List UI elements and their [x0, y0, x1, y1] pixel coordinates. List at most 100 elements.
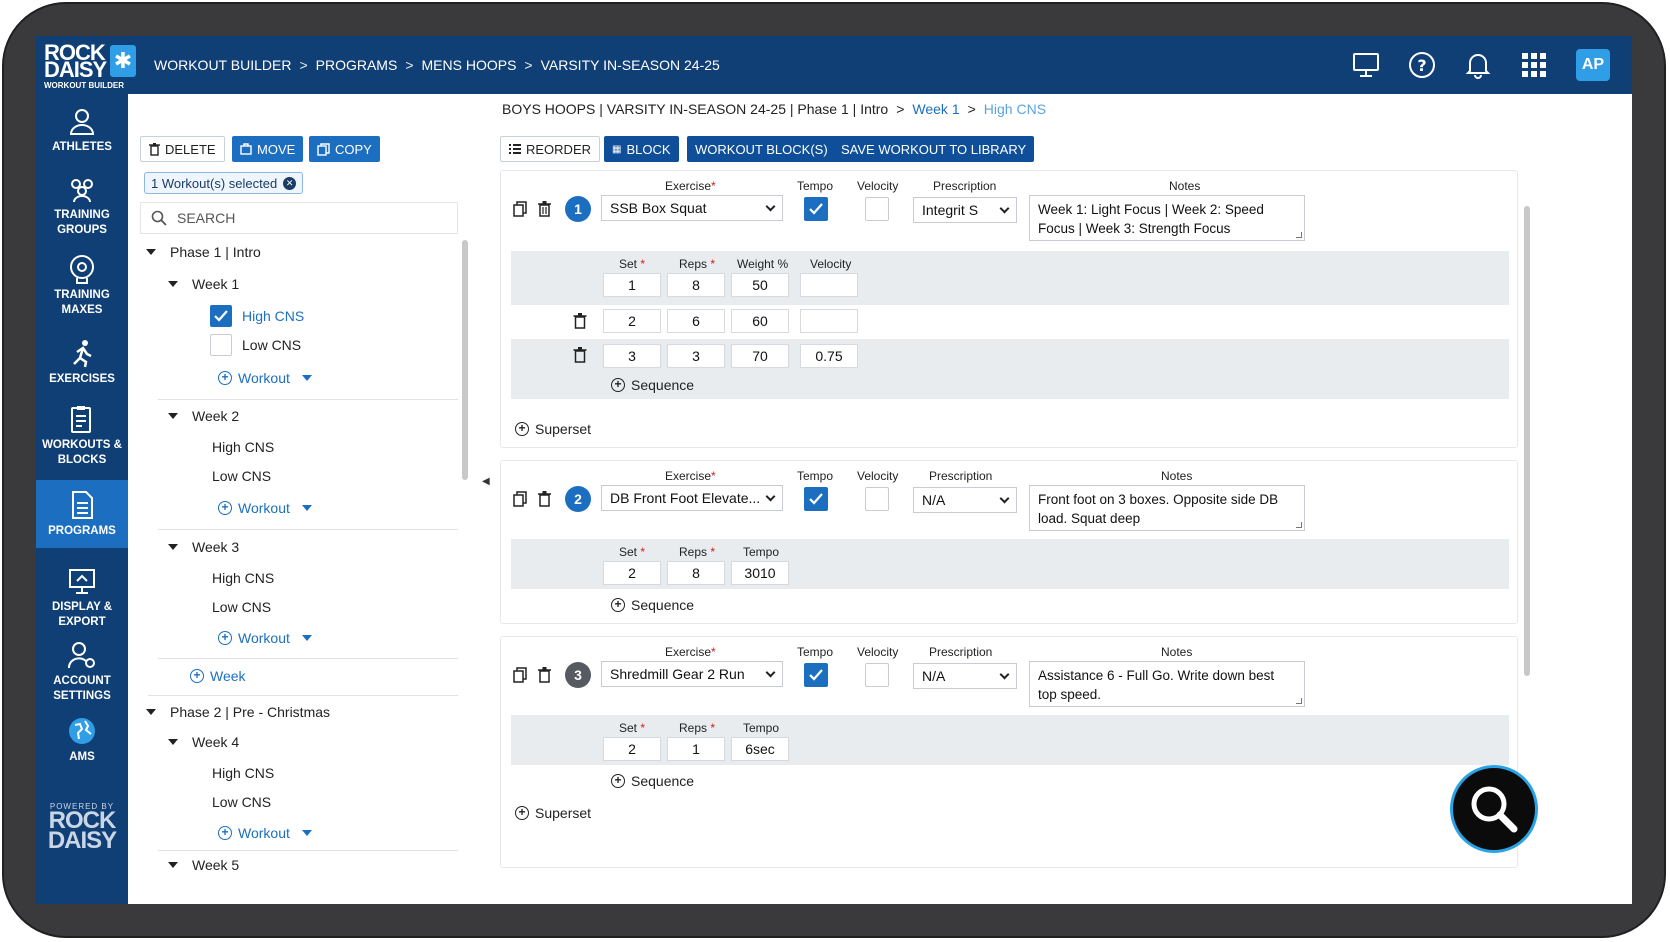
- trash-icon[interactable]: [573, 313, 587, 329]
- tempo-input[interactable]: 6sec: [731, 737, 789, 761]
- set-input[interactable]: 2: [603, 309, 661, 333]
- velocity-input[interactable]: [800, 309, 858, 333]
- nav-ams[interactable]: AMS: [36, 716, 128, 765]
- tree-workout-high-cns-4[interactable]: High CNS: [212, 765, 274, 781]
- reorder-button[interactable]: REORDER: [500, 136, 601, 162]
- resize-handle-icon[interactable]: [1296, 232, 1302, 238]
- caret-down-icon[interactable]: [146, 249, 156, 255]
- tree-week-4[interactable]: Week 4: [168, 734, 239, 750]
- set-input[interactable]: 2: [603, 737, 661, 761]
- add-workout-week-1[interactable]: + Workout: [218, 370, 312, 386]
- add-workout-week-4[interactable]: + Workout: [218, 825, 312, 841]
- prescription-select[interactable]: N/A: [913, 663, 1017, 689]
- bell-icon[interactable]: [1464, 51, 1492, 79]
- tempo-input[interactable]: 3010: [731, 561, 789, 585]
- tree-workout-low-cns-1[interactable]: Low CNS: [210, 334, 301, 356]
- nav-exercises[interactable]: EXERCISES: [36, 338, 128, 387]
- add-sequence-button[interactable]: + Sequence: [611, 773, 694, 789]
- notes-field[interactable]: Front foot on 3 boxes. Opposite side DB …: [1029, 485, 1305, 531]
- tree-week-1[interactable]: Week 1: [168, 276, 239, 292]
- trash-icon[interactable]: [538, 667, 551, 683]
- main-scrollbar[interactable]: [1524, 206, 1530, 676]
- tree-scrollbar[interactable]: [462, 240, 468, 480]
- caret-down-icon[interactable]: [301, 830, 312, 836]
- move-button[interactable]: MOVE: [232, 136, 304, 162]
- help-icon[interactable]: ?: [1408, 51, 1436, 79]
- caret-down-icon[interactable]: [146, 709, 156, 715]
- set-input[interactable]: 3: [603, 344, 661, 368]
- caret-down-icon[interactable]: [168, 544, 178, 550]
- trash-icon[interactable]: [538, 201, 551, 217]
- reps-input[interactable]: 8: [667, 273, 725, 297]
- workout-checkbox[interactable]: [210, 334, 232, 356]
- weight-input[interactable]: 50: [731, 273, 789, 297]
- crumb-week[interactable]: Week 1: [912, 101, 959, 117]
- breadcrumb-programs[interactable]: PROGRAMS: [316, 57, 398, 73]
- tree-week-3[interactable]: Week 3: [168, 539, 239, 555]
- nav-workouts-blocks[interactable]: WORKOUTS & BLOCKS: [36, 404, 128, 468]
- caret-down-icon[interactable]: [168, 413, 178, 419]
- set-input[interactable]: 1: [603, 273, 661, 297]
- tree-workout-high-cns-3[interactable]: High CNS: [212, 570, 274, 586]
- tempo-checkbox[interactable]: [804, 663, 828, 687]
- copy-icon[interactable]: [513, 201, 527, 217]
- nav-training-maxes[interactable]: TRAINING MAXES: [36, 254, 128, 318]
- trash-icon[interactable]: [573, 347, 587, 363]
- monitor-icon[interactable]: [1352, 51, 1380, 79]
- prescription-select[interactable]: N/A: [913, 487, 1017, 513]
- velocity-checkbox[interactable]: [865, 487, 889, 511]
- tree-workout-low-cns-3[interactable]: Low CNS: [212, 599, 271, 615]
- nav-display-export[interactable]: DISPLAY & EXPORT: [36, 566, 128, 630]
- tree-workout-low-cns-4[interactable]: Low CNS: [212, 794, 271, 810]
- save-to-library-button[interactable]: SAVE WORKOUT TO LIBRARY: [833, 136, 1035, 162]
- zoom-search-button[interactable]: [1450, 765, 1538, 853]
- collapse-panel-icon[interactable]: ◀: [482, 476, 490, 487]
- nav-athletes[interactable]: ATHLETES: [36, 106, 128, 155]
- add-workout-week-3[interactable]: + Workout: [218, 630, 312, 646]
- exercise-select[interactable]: Shredmill Gear 2 Run: [601, 661, 783, 687]
- crumb-program-path[interactable]: BOYS HOOPS | VARSITY IN-SEASON 24-25 | P…: [502, 101, 888, 117]
- block-button[interactable]: ▦ BLOCK: [604, 136, 679, 162]
- velocity-checkbox[interactable]: [865, 197, 889, 221]
- nav-programs[interactable]: PROGRAMS: [36, 480, 128, 548]
- trash-icon[interactable]: [538, 491, 551, 507]
- crumb-workout[interactable]: High CNS: [984, 101, 1046, 117]
- reps-input[interactable]: 6: [667, 309, 725, 333]
- delete-button[interactable]: DELETE: [140, 136, 225, 162]
- add-sequence-button[interactable]: + Sequence: [611, 597, 694, 613]
- workout-checkbox[interactable]: [210, 305, 232, 327]
- caret-down-icon[interactable]: [168, 862, 178, 868]
- copy-icon[interactable]: [513, 667, 527, 683]
- caret-down-icon[interactable]: [301, 505, 312, 511]
- tree-week-5[interactable]: Week 5: [168, 857, 239, 873]
- nav-training-groups[interactable]: TRAINING GROUPS: [36, 174, 128, 238]
- velocity-input[interactable]: 0.75: [800, 344, 858, 368]
- set-input[interactable]: 2: [603, 561, 661, 585]
- workout-blocks-button[interactable]: WORKOUT BLOCK(S): [687, 136, 836, 162]
- nav-account-settings[interactable]: ACCOUNT SETTINGS: [36, 640, 128, 704]
- caret-down-icon[interactable]: [301, 375, 312, 381]
- rock-daisy-logo[interactable]: ROCK DAISY WORKOUT BUILDER ✱: [44, 42, 138, 90]
- tree-workout-high-cns-1[interactable]: High CNS: [210, 305, 304, 327]
- reps-input[interactable]: 3: [667, 344, 725, 368]
- tempo-checkbox[interactable]: [804, 487, 828, 511]
- reps-input[interactable]: 1: [667, 737, 725, 761]
- notes-field[interactable]: Week 1: Light Focus | Week 2: Speed Focu…: [1029, 195, 1305, 241]
- tempo-checkbox[interactable]: [804, 197, 828, 221]
- resize-handle-icon[interactable]: [1296, 522, 1302, 528]
- notes-field[interactable]: Assistance 6 - Full Go. Write down best …: [1029, 661, 1305, 707]
- tree-week-2[interactable]: Week 2: [168, 408, 239, 424]
- tree-phase-1[interactable]: Phase 1 | Intro: [146, 244, 261, 260]
- tree-workout-low-cns-2[interactable]: Low CNS: [212, 468, 271, 484]
- prescription-select[interactable]: Integrit S: [913, 197, 1017, 223]
- copy-button[interactable]: COPY: [309, 136, 380, 162]
- resize-handle-icon[interactable]: [1296, 698, 1302, 704]
- avatar[interactable]: AP: [1576, 49, 1610, 81]
- velocity-input[interactable]: [800, 273, 858, 297]
- clear-selection-icon[interactable]: ✕: [283, 176, 297, 190]
- add-superset-button[interactable]: + Superset: [515, 421, 591, 437]
- exercise-select[interactable]: SSB Box Squat: [601, 195, 783, 221]
- weight-input[interactable]: 60: [731, 309, 789, 333]
- exercise-select[interactable]: DB Front Foot Elevate...: [601, 485, 783, 511]
- breadcrumb-workout-builder[interactable]: WORKOUT BUILDER: [154, 57, 291, 73]
